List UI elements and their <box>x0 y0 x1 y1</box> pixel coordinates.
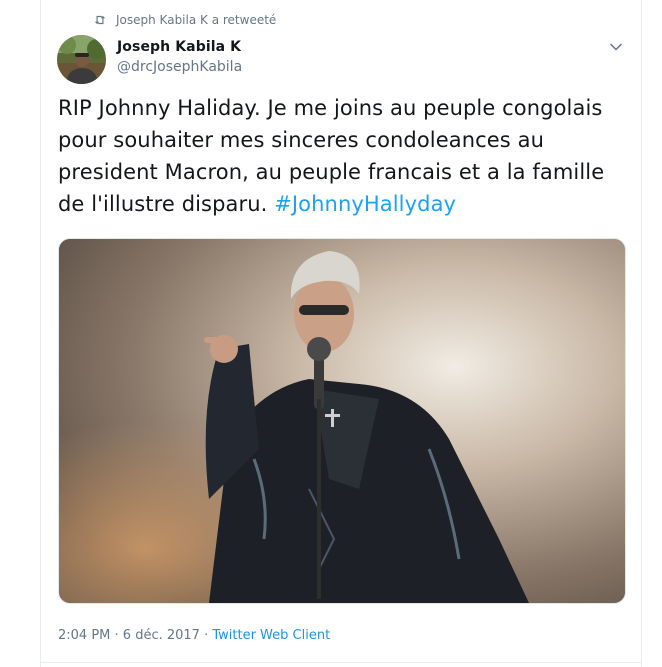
tweet-divider <box>40 662 642 663</box>
tweet-text: RIP Johnny Haliday. Je me joins au peupl… <box>58 92 628 220</box>
meta-separator: · <box>199 628 213 643</box>
retweet-context-text[interactable]: Joseph Kabila K a retweeté <box>116 13 276 27</box>
timeline-left-border <box>40 0 41 667</box>
meta-separator: · <box>110 628 123 643</box>
timeline-right-border <box>641 0 642 667</box>
chevron-down-icon[interactable] <box>609 40 623 54</box>
author-handle[interactable]: @drcJosephKabila <box>117 59 242 75</box>
avatar[interactable] <box>57 35 106 84</box>
tweet-meta: 2:04 PM · 6 déc. 2017 · Twitter Web Clie… <box>58 628 330 643</box>
retweet-context: Joseph Kabila K a retweeté <box>93 11 276 29</box>
client-link[interactable]: Twitter Web Client <box>212 628 330 643</box>
user-avatar-icon <box>57 35 106 84</box>
retweet-icon <box>94 15 106 25</box>
tweet-photo[interactable] <box>58 238 626 604</box>
concert-photo <box>59 239 625 603</box>
tweet-time[interactable]: 2:04 PM <box>58 628 110 643</box>
author-display-name[interactable]: Joseph Kabila K <box>117 39 241 55</box>
tweet-date[interactable]: 6 déc. 2017 <box>123 628 200 643</box>
hashtag-link[interactable]: #JohnnyHallyday <box>274 192 456 216</box>
